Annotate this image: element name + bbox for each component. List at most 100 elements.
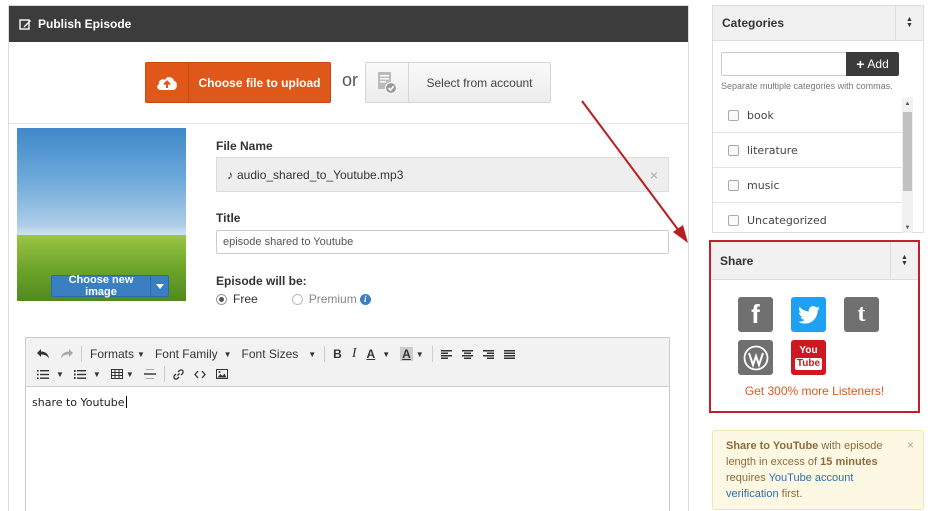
- categories-panel: Categories ▲ ▼ + Add Separate multiple ca…: [712, 5, 924, 233]
- title-label: Title: [216, 211, 241, 225]
- facebook-icon[interactable]: f: [738, 297, 773, 332]
- font-family-dropdown[interactable]: Font Family ▼: [150, 344, 237, 364]
- link-icon[interactable]: [168, 364, 189, 384]
- formats-label: Formats: [90, 347, 135, 361]
- category-item-uncategorized[interactable]: Uncategorized: [713, 203, 911, 233]
- font-sizes-dropdown[interactable]: Font Sizes ▼: [237, 344, 322, 364]
- font-sizes-label: Font Sizes: [241, 347, 299, 361]
- formats-dropdown[interactable]: Formats ▼: [85, 344, 150, 364]
- wordpress-icon[interactable]: [738, 340, 773, 375]
- font-color-label: A: [366, 347, 376, 361]
- choose-new-image-button[interactable]: Choose new image: [51, 274, 169, 298]
- font-family-label: Font Family: [154, 347, 218, 361]
- background-color-button[interactable]: A ▼: [395, 344, 429, 364]
- undo-icon[interactable]: [32, 344, 55, 364]
- align-left-icon[interactable]: [436, 344, 457, 364]
- category-checkbox[interactable]: [728, 144, 739, 156]
- horizontal-rule-icon[interactable]: [139, 364, 161, 384]
- choose-new-image-label: Choose new image: [68, 274, 134, 298]
- panel-title: Publish Episode: [38, 17, 132, 31]
- bg-color-label: A: [400, 347, 413, 361]
- scrollbar-thumb[interactable]: [903, 112, 912, 191]
- youtube-text-top: You: [799, 344, 818, 356]
- youtube-icon[interactable]: You Tube: [791, 340, 826, 375]
- select-from-account-button[interactable]: Select from account: [365, 62, 551, 103]
- category-label: book: [747, 108, 774, 122]
- category-scrollbar[interactable]: ▲ ▼: [902, 98, 913, 233]
- twitter-icon[interactable]: [791, 297, 826, 332]
- category-input[interactable]: [721, 52, 847, 76]
- alert-text-2: requires: [726, 472, 769, 484]
- chevron-down-icon[interactable]: [150, 276, 168, 296]
- editor-content[interactable]: share to Youtube: [32, 396, 127, 409]
- add-category-label: Add: [867, 57, 889, 71]
- youtube-alert: Share to YouTube with episode length in …: [712, 430, 924, 510]
- youtube-text-bottom: Tube: [794, 357, 823, 370]
- category-item-music[interactable]: music: [713, 168, 911, 203]
- file-name-field: ♪ audio_shared_to_Youtube.mp3 ×: [216, 157, 669, 192]
- table-icon[interactable]: ▼: [106, 364, 139, 384]
- category-checkbox[interactable]: [728, 109, 739, 121]
- sort-icon[interactable]: ▲ ▼: [895, 6, 923, 40]
- categories-title: Categories: [722, 16, 785, 30]
- category-checkbox[interactable]: [728, 214, 739, 226]
- or-separator: or: [342, 70, 359, 90]
- free-radio-label: Free: [233, 292, 258, 306]
- category-item-literature[interactable]: literature: [713, 133, 911, 168]
- share-title: Share: [720, 253, 754, 268]
- category-label: music: [747, 178, 780, 192]
- numbered-list-icon[interactable]: ▼: [69, 364, 106, 384]
- category-list: book literature music Uncategorized: [713, 98, 911, 233]
- category-checkbox[interactable]: [728, 179, 739, 191]
- alert-strong-1: Share to YouTube: [726, 440, 819, 452]
- share-cta-link[interactable]: Get 300% more Listeners!: [711, 384, 918, 398]
- scroll-down-icon[interactable]: ▼: [902, 222, 913, 233]
- upload-row: Choose file to upload or Select from acc…: [9, 42, 688, 124]
- tumblr-icon[interactable]: t: [844, 297, 879, 332]
- choose-file-label: Choose file to upload: [198, 75, 321, 90]
- plus-icon: +: [856, 56, 865, 72]
- free-radio[interactable]: [216, 293, 227, 305]
- add-category-button[interactable]: + Add: [846, 52, 899, 76]
- share-header[interactable]: Share ▲ ▼: [711, 242, 918, 280]
- file-name-label: File Name: [216, 139, 273, 153]
- editor-text: share to Youtube: [32, 396, 125, 409]
- italic-button[interactable]: I: [347, 344, 362, 364]
- select-from-account-label: Select from account: [426, 75, 533, 90]
- alert-strong-2: 15 minutes: [820, 456, 878, 468]
- premium-radio[interactable]: [291, 293, 303, 305]
- share-panel: Share ▲ ▼ f t You Tube Get 300% more List…: [709, 240, 920, 413]
- panel-header: Publish Episode: [9, 6, 688, 42]
- category-label: Uncategorized: [747, 213, 827, 227]
- alert-text-3: first.: [778, 488, 803, 500]
- edit-icon: [19, 18, 32, 31]
- sort-icon[interactable]: ▲ ▼: [890, 242, 918, 279]
- episode-type-label: Episode will be:: [216, 274, 307, 288]
- align-right-icon[interactable]: [478, 344, 499, 364]
- document-check-icon: [366, 63, 409, 102]
- bullet-list-icon[interactable]: ▼: [32, 364, 69, 384]
- code-icon[interactable]: [189, 364, 211, 384]
- font-color-button[interactable]: A ▼: [362, 344, 396, 364]
- bold-button[interactable]: B: [328, 344, 347, 364]
- info-icon[interactable]: i: [359, 293, 371, 305]
- close-icon[interactable]: ×: [907, 437, 914, 453]
- clear-file-icon[interactable]: ×: [650, 167, 658, 183]
- music-note-icon: ♪: [227, 167, 233, 182]
- redo-icon[interactable]: [55, 344, 78, 364]
- image-icon[interactable]: [211, 364, 233, 384]
- editor-toolbar: Formats ▼ Font Family ▼ Font Sizes ▼ B I A ▼…: [26, 338, 669, 387]
- premium-radio-label: Premium: [308, 292, 357, 306]
- cloud-upload-icon: [146, 63, 189, 102]
- title-input[interactable]: [216, 230, 669, 254]
- align-justify-icon[interactable]: [499, 344, 520, 364]
- scroll-up-icon[interactable]: ▲: [902, 98, 913, 109]
- category-label: literature: [747, 143, 798, 157]
- episode-type-radio-group: Free Premium i: [216, 292, 371, 306]
- category-item-book[interactable]: book: [713, 98, 911, 133]
- rich-text-editor: Formats ▼ Font Family ▼ Font Sizes ▼ B I A ▼…: [25, 337, 670, 511]
- align-center-icon[interactable]: [457, 344, 478, 364]
- choose-file-button[interactable]: Choose file to upload: [145, 62, 331, 103]
- file-name-value: audio_shared_to_Youtube.mp3: [237, 167, 404, 182]
- categories-header[interactable]: Categories ▲ ▼: [713, 6, 923, 41]
